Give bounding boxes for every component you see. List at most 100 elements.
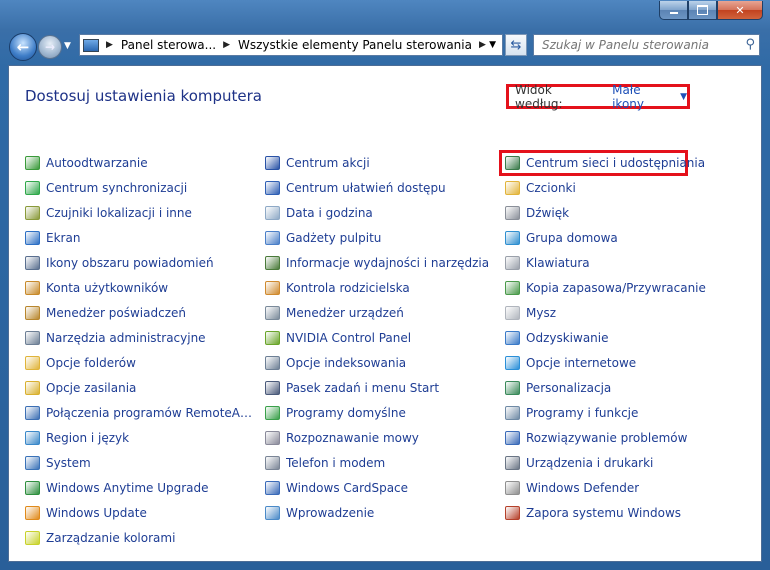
control-panel-item[interactable]: Rozpoznawanie mowy bbox=[265, 428, 495, 448]
item-label: Region i język bbox=[46, 431, 130, 445]
item-label: Windows Anytime Upgrade bbox=[46, 481, 209, 495]
autoplay-icon bbox=[25, 156, 40, 170]
forward-button[interactable]: → bbox=[38, 35, 62, 59]
search-input[interactable] bbox=[542, 38, 732, 52]
devices-printers-icon bbox=[505, 456, 520, 470]
control-panel-item[interactable]: Region i język bbox=[25, 428, 255, 448]
control-panel-item[interactable]: Pasek zadań i menu Start bbox=[265, 378, 495, 398]
view-by-selector[interactable]: Widok według: Małe ikony ▼ bbox=[506, 83, 690, 111]
refresh-button[interactable]: ⇆ bbox=[505, 34, 527, 56]
control-panel-item[interactable]: NVIDIA Control Panel bbox=[265, 328, 495, 348]
control-panel-item[interactable]: Urządzenia i drukarki bbox=[505, 453, 750, 473]
item-label: Grupa domowa bbox=[526, 231, 618, 245]
control-panel-item[interactable]: Windows Update bbox=[25, 503, 255, 523]
control-panel-item[interactable]: Opcje zasilania bbox=[25, 378, 255, 398]
control-panel-item[interactable]: Windows Defender bbox=[505, 478, 750, 498]
control-panel-item[interactable]: Ekran bbox=[25, 228, 255, 248]
close-button[interactable]: ✕ bbox=[717, 1, 763, 20]
control-panel-item[interactable]: Windows CardSpace bbox=[265, 478, 495, 498]
control-panel-item[interactable]: Zarządzanie kolorami bbox=[25, 528, 255, 548]
search-icon[interactable]: ⚲ bbox=[745, 37, 755, 52]
item-label: Autoodtwarzanie bbox=[46, 156, 148, 170]
control-panel-item[interactable]: Grupa domowa bbox=[505, 228, 750, 248]
breadcrumb-all-items[interactable]: Wszystkie elementy Panelu sterowania bbox=[238, 38, 472, 52]
control-panel-item[interactable]: Wprowadzenie bbox=[265, 503, 495, 523]
fonts-icon bbox=[505, 181, 520, 195]
control-panel-item[interactable]: Centrum ułatwień dostępu bbox=[265, 178, 495, 198]
power-options-icon bbox=[25, 381, 40, 395]
item-label: Programy domyślne bbox=[286, 406, 406, 420]
default-programs-icon bbox=[265, 406, 280, 420]
control-panel-item[interactable]: Odzyskiwanie bbox=[505, 328, 750, 348]
item-label: Windows CardSpace bbox=[286, 481, 409, 495]
search-box[interactable]: ⚲ bbox=[533, 34, 760, 56]
maximize-button[interactable] bbox=[688, 1, 717, 20]
item-label: Mysz bbox=[526, 306, 557, 320]
item-label: Centrum ułatwień dostępu bbox=[286, 181, 446, 195]
control-panel-item[interactable]: Opcje folderów bbox=[25, 353, 255, 373]
minimize-button[interactable] bbox=[659, 1, 688, 20]
control-panel-item[interactable]: Zapora systemu Windows bbox=[505, 503, 750, 523]
control-panel-item[interactable]: Kopia zapasowa/Przywracanie bbox=[505, 278, 750, 298]
control-panel-item[interactable]: Centrum akcji bbox=[265, 153, 495, 173]
control-panel-item[interactable]: Połączenia programów RemoteApp i ... bbox=[25, 403, 255, 423]
caption-buttons: ✕ bbox=[659, 1, 763, 20]
control-panel-item[interactable]: Gadżety pulpitu bbox=[265, 228, 495, 248]
control-panel-item[interactable]: Personalizacja bbox=[505, 378, 750, 398]
control-panel-item[interactable]: Narzędzia administracyjne bbox=[25, 328, 255, 348]
control-panel-item[interactable]: Opcje indeksowania bbox=[265, 353, 495, 373]
control-panel-item[interactable]: Konta użytkowników bbox=[25, 278, 255, 298]
address-dropdown-icon[interactable]: ▼ bbox=[489, 40, 496, 50]
item-label: Klawiatura bbox=[526, 256, 590, 270]
chevron-right-icon[interactable]: ▶ bbox=[106, 40, 113, 50]
item-label: Centrum sieci i udostępniania bbox=[526, 156, 706, 170]
control-panel-item[interactable]: Menedżer urządzeń bbox=[265, 303, 495, 323]
control-panel-item[interactable]: Rozwiązywanie problemów bbox=[505, 428, 750, 448]
admin-tools-icon bbox=[25, 331, 40, 345]
control-panel-item[interactable]: Autoodtwarzanie bbox=[25, 153, 255, 173]
control-panel-item[interactable]: Informacje wydajności i narzędzia bbox=[265, 253, 495, 273]
control-panel-item[interactable]: Czujniki lokalizacji i inne bbox=[25, 203, 255, 223]
item-label: Kontrola rodzicielska bbox=[286, 281, 410, 295]
chevron-right-icon[interactable]: ▶ bbox=[479, 40, 486, 50]
control-panel-item[interactable]: Programy i funkcje bbox=[505, 403, 750, 423]
control-panel-item[interactable]: Ikony obszaru powiadomień bbox=[25, 253, 255, 273]
item-label: NVIDIA Control Panel bbox=[286, 331, 412, 345]
backup-restore-icon bbox=[505, 281, 520, 295]
item-label: Narzędzia administracyjne bbox=[46, 331, 206, 345]
nvidia-icon bbox=[265, 331, 280, 345]
getting-started-icon bbox=[265, 506, 280, 520]
item-label: Opcje internetowe bbox=[526, 356, 637, 370]
control-panel-item[interactable]: System bbox=[25, 453, 255, 473]
control-panel-item[interactable]: Programy domyślne bbox=[265, 403, 495, 423]
remoteapp-icon bbox=[25, 406, 40, 420]
control-panel-item[interactable]: Windows Anytime Upgrade bbox=[25, 478, 255, 498]
indexing-options-icon bbox=[265, 356, 280, 370]
item-label: Opcje folderów bbox=[46, 356, 136, 370]
item-label: Zapora systemu Windows bbox=[526, 506, 682, 520]
control-panel-item[interactable]: Data i godzina bbox=[265, 203, 495, 223]
programs-features-icon bbox=[505, 406, 520, 420]
device-manager-icon bbox=[265, 306, 280, 320]
control-panel-item[interactable]: Czcionki bbox=[505, 178, 750, 198]
view-by-value[interactable]: Małe ikony bbox=[612, 83, 674, 111]
control-panel-item[interactable]: Kontrola rodzicielska bbox=[265, 278, 495, 298]
control-panel-icon bbox=[83, 38, 99, 52]
item-label: Opcje indeksowania bbox=[286, 356, 407, 370]
control-panel-item[interactable]: Mysz bbox=[505, 303, 750, 323]
control-panel-item[interactable]: Dźwięk bbox=[505, 203, 750, 223]
control-panel-item[interactable]: Telefon i modem bbox=[265, 453, 495, 473]
user-accounts-icon bbox=[25, 281, 40, 295]
address-bar[interactable]: ▶ Panel sterowa... ▶ Wszystkie elementy … bbox=[79, 34, 503, 56]
control-panel-item[interactable]: Centrum synchronizacji bbox=[25, 178, 255, 198]
breadcrumb-control-panel[interactable]: Panel sterowa... bbox=[121, 38, 216, 52]
system-icon bbox=[25, 456, 40, 470]
control-panel-item[interactable]: Centrum sieci i udostępniania bbox=[505, 153, 750, 173]
control-panel-item[interactable]: Opcje internetowe bbox=[505, 353, 750, 373]
recent-pages-dropdown[interactable]: ▼ bbox=[64, 41, 71, 51]
control-panel-item[interactable]: Klawiatura bbox=[505, 253, 750, 273]
chevron-down-icon[interactable]: ▼ bbox=[680, 92, 687, 102]
control-panel-item[interactable]: Menedżer poświadczeń bbox=[25, 303, 255, 323]
chevron-right-icon[interactable]: ▶ bbox=[223, 40, 230, 50]
back-button[interactable]: ← bbox=[9, 33, 37, 61]
